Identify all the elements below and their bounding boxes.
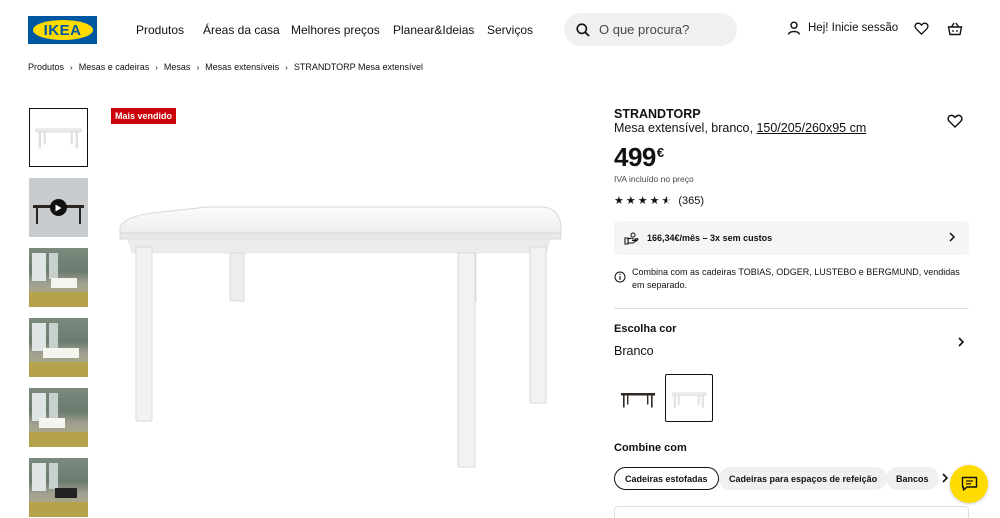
best-seller-badge: Mais vendido [111, 108, 177, 124]
login-label: Hej! Inicie sessão [808, 22, 899, 34]
breadcrumb-item[interactable]: Mesas e cadeiras [79, 62, 150, 72]
product-dimensions-link[interactable]: 150/205/260x95 cm [756, 121, 866, 135]
chat-button[interactable] [950, 465, 988, 503]
chevron-right-icon[interactable] [955, 335, 967, 349]
login-link[interactable]: Hej! Inicie sessão [787, 21, 898, 35]
search-input[interactable] [599, 22, 729, 37]
product-main-image[interactable] [112, 195, 572, 475]
vat-note: IVA incluído no preço [614, 174, 694, 184]
breadcrumb-item[interactable]: Produtos [28, 62, 64, 72]
chevron-right-icon[interactable] [940, 471, 950, 485]
product-price: 499€ [614, 142, 664, 173]
info-icon [614, 271, 626, 283]
chevron-right-icon: › [155, 62, 158, 72]
hand-coin-icon [624, 232, 639, 245]
breadcrumb-item[interactable]: Mesas extensíveis [205, 62, 279, 72]
price-currency: € [656, 145, 664, 160]
gallery-thumbnail-6[interactable] [29, 458, 88, 517]
site-header: IKEA Produtos Áreas da casa Melhores pre… [0, 0, 1000, 58]
review-count: (365) [678, 195, 705, 207]
chat-icon [961, 476, 977, 491]
nav-item-planear-ideias[interactable]: Planear&Ideias [393, 23, 474, 37]
chevron-right-icon: › [285, 62, 288, 72]
combine-chip-bancos[interactable]: Bancos [886, 467, 939, 490]
selected-color-name: Branco [614, 344, 654, 358]
gallery-thumbnail-3[interactable] [29, 248, 88, 307]
cart-icon[interactable] [947, 21, 963, 37]
star-icon: ★ [649, 194, 660, 207]
gallery-thumbnail-4[interactable] [29, 318, 88, 377]
color-section-title: Escolha cor [614, 323, 677, 335]
gallery-thumbnail-5[interactable] [29, 388, 88, 447]
dark-table-swatch-image [621, 393, 655, 408]
rating-stars: ★ ★ ★ ★ ★ [614, 194, 672, 207]
color-swatch-dark[interactable] [614, 374, 662, 422]
nav-item-areas-da-casa[interactable]: Áreas da casa [203, 23, 280, 37]
next-section-box [614, 506, 969, 518]
payment-offer-text: 166,34€/mês – 3x sem custos [647, 233, 773, 243]
chevron-right-icon [949, 232, 956, 242]
white-table-swatch-image [671, 392, 707, 408]
combine-chip-cadeiras-refeicao[interactable]: Cadeiras para espaços de refeição [719, 467, 888, 490]
product-description: Mesa extensível, branco, 150/205/260x95 … [614, 121, 866, 135]
nav-item-melhores-precos[interactable]: Melhores preços [291, 23, 380, 37]
play-icon[interactable] [50, 199, 67, 216]
color-swatch-white[interactable] [665, 374, 713, 422]
price-value: 499 [614, 142, 656, 172]
product-rating[interactable]: ★ ★ ★ ★ ★ (365) [614, 195, 704, 207]
gallery-thumbnail-1[interactable] [29, 108, 88, 167]
divider [614, 308, 969, 309]
combine-section-title: Combine com [614, 442, 687, 454]
breadcrumb: Produtos › Mesas e cadeiras › Mesas › Me… [28, 62, 423, 72]
product-description-text: Mesa extensível, branco, [614, 121, 753, 135]
chevron-right-icon: › [196, 62, 200, 72]
search-bar[interactable] [564, 13, 737, 46]
info-note: Combina com as cadeiras TOBIAS, ODGER, L… [614, 266, 964, 292]
table-thumbnail-image [35, 128, 82, 149]
user-icon [787, 21, 801, 35]
search-icon[interactable] [576, 22, 590, 37]
logo-text: IKEA [43, 21, 82, 39]
nav-item-servicos[interactable]: Serviços [487, 23, 533, 37]
heart-icon[interactable] [914, 21, 929, 36]
nav-item-produtos[interactable]: Produtos [136, 23, 184, 37]
breadcrumb-item[interactable]: Mesas [164, 62, 191, 72]
chevron-right-icon: › [70, 62, 73, 72]
half-star-icon: ★ [661, 194, 672, 207]
breadcrumb-current: STRANDTORP Mesa extensível [293, 62, 424, 72]
payment-offer-banner[interactable]: 166,34€/mês – 3x sem custos [614, 221, 969, 255]
ikea-logo[interactable]: IKEA [28, 16, 97, 44]
gallery-thumbnail-video[interactable] [29, 178, 88, 237]
star-icon: ★ [614, 194, 624, 207]
star-icon: ★ [637, 194, 648, 207]
product-name: STRANDTORP [614, 107, 701, 121]
add-to-favorites-heart-icon[interactable] [947, 113, 963, 129]
combine-chip-cadeiras-estofadas[interactable]: Cadeiras estofadas [614, 467, 719, 490]
star-icon: ★ [625, 194, 636, 207]
info-note-text: Combina com as cadeiras TOBIAS, ODGER, L… [632, 267, 960, 290]
